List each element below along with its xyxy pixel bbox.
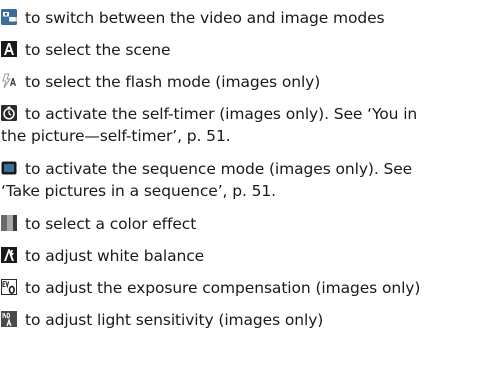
scene-icon	[1, 41, 17, 57]
light-sensitivity-icon	[1, 311, 17, 327]
white-balance-icon	[1, 247, 17, 263]
list-item-white-balance: to adjust white balance	[1, 245, 497, 267]
list-item-color-effect: to select a color effect	[1, 213, 497, 235]
list-item-light-sensitivity: to adjust light sensitivity (images only…	[1, 309, 497, 331]
flash-mode-icon	[1, 73, 17, 89]
list-item-flash-mode: to select the flash mode (images only)	[1, 71, 497, 93]
list-item-exposure-compensation: to adjust the exposure compensation (ima…	[1, 277, 497, 299]
video-image-mode-icon	[1, 9, 17, 25]
exposure-compensation-icon	[1, 279, 17, 295]
self-timer-icon	[1, 105, 17, 121]
list-item-video-image-mode: to switch between the video and image mo…	[1, 7, 497, 29]
color-effect-icon	[1, 215, 17, 231]
list-item-sequence-mode: to activate the sequence mode (images on…	[1, 160, 413, 200]
list-item-scene: to select the scene	[1, 39, 497, 61]
list-item-self-timer: to activate the self-timer (images only)…	[1, 105, 418, 145]
sequence-mode-icon	[1, 160, 17, 176]
